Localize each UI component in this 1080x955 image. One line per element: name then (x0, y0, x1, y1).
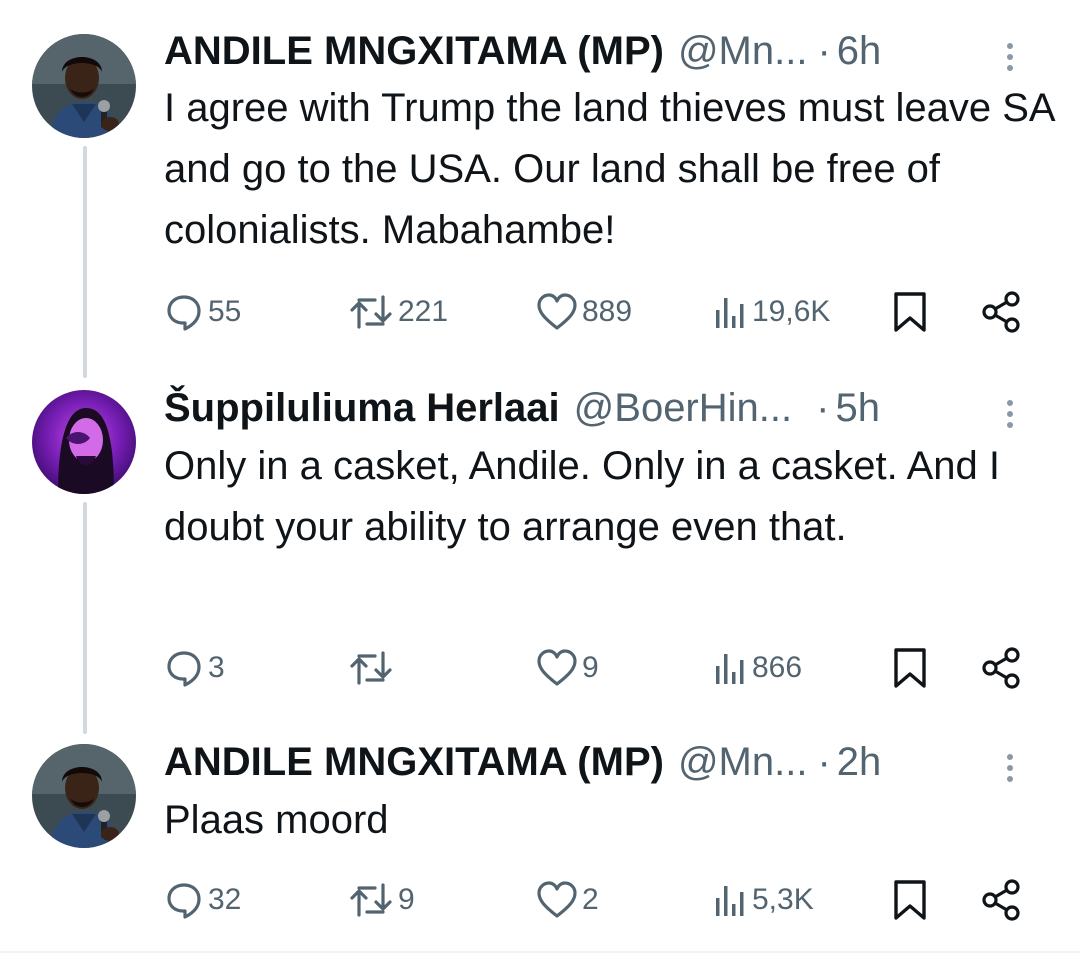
views-button[interactable]: 5,3K (712, 876, 814, 924)
reply-button[interactable]: 32 (164, 876, 241, 924)
heart-icon (537, 881, 577, 918)
timestamp[interactable]: 2h (837, 740, 882, 785)
view-count: 19,6K (752, 295, 831, 328)
views-button[interactable]: 19,6K (712, 288, 830, 336)
author-handle[interactable]: @Mn... (678, 740, 808, 785)
repost-button[interactable]: 221 (348, 288, 448, 336)
reply-button[interactable]: 3 (164, 644, 225, 692)
tweet-text: Only in a casket, Andile. Only in a cask… (164, 444, 1000, 549)
bookmark-icon (894, 880, 926, 920)
like-button[interactable]: 889 (536, 288, 632, 336)
repost-button[interactable] (348, 644, 398, 692)
share-button[interactable] (980, 644, 1024, 692)
like-button[interactable]: 9 (536, 644, 599, 692)
tweet-actions: 32 9 2 5,3K (164, 876, 1080, 924)
separator-dot: · (817, 739, 831, 784)
repost-count: 221 (398, 295, 449, 328)
tweet[interactable]: Šuppiluliuma Herlaai @BoerHin... · 5h On… (0, 370, 1080, 730)
tweet-header: ANDILE MNGXITAMA (MP) @Mn... · 2h (164, 736, 1060, 788)
reply-count: 32 (208, 883, 242, 916)
repost-icon (350, 295, 392, 329)
author-handle[interactable]: @Mn... (678, 29, 808, 74)
bookmark-button[interactable] (892, 288, 928, 336)
repost-icon (350, 651, 392, 685)
share-button[interactable] (980, 876, 1024, 924)
divider (0, 951, 1080, 953)
bookmark-button[interactable] (892, 644, 928, 692)
reply-button[interactable]: 55 (164, 288, 241, 336)
like-count: 9 (582, 651, 599, 684)
avatar[interactable] (32, 744, 136, 848)
purple-portrait-avatar-icon (32, 390, 136, 494)
person-with-microphone-avatar-icon (32, 34, 136, 138)
tweet-text: I agree with Trump the land thieves must… (164, 86, 1054, 252)
tweet[interactable]: ANDILE MNGXITAMA (MP) @Mn... · 2h Plaas … (0, 730, 1080, 951)
more-options-icon[interactable] (1006, 748, 1014, 782)
author-name[interactable]: Šuppiluliuma Herlaai (164, 386, 560, 431)
repost-button[interactable]: 9 (348, 876, 415, 924)
views-chart-icon (716, 298, 744, 328)
avatar[interactable] (32, 390, 136, 494)
reply-icon (167, 883, 201, 919)
tweet-actions: 55 221 889 19,6K (164, 288, 1080, 336)
share-icon (982, 879, 1020, 921)
share-button[interactable] (980, 288, 1024, 336)
more-options-icon[interactable] (1006, 394, 1014, 428)
tweet-text: Plaas moord (164, 798, 389, 842)
bookmark-icon (894, 648, 926, 688)
author-name[interactable]: ANDILE MNGXITAMA (MP) (164, 740, 664, 785)
author-handle[interactable]: @BoerHin... (574, 386, 792, 431)
tweet-actions: 3 9 866 (164, 644, 1080, 692)
reply-icon (167, 651, 201, 687)
share-icon (982, 291, 1020, 333)
view-count: 5,3K (752, 883, 814, 916)
reply-count: 55 (208, 295, 242, 328)
tweet-header: ANDILE MNGXITAMA (MP) @Mn... · 6h (164, 25, 1060, 77)
tweet-header: Šuppiluliuma Herlaai @BoerHin... · 5h (164, 382, 1060, 434)
timestamp[interactable]: 6h (837, 29, 882, 74)
separator-dot: · (816, 385, 830, 430)
share-icon (982, 647, 1020, 689)
timestamp[interactable]: 5h (835, 386, 880, 431)
separator-dot: · (817, 28, 831, 73)
like-button[interactable]: 2 (536, 876, 599, 924)
reply-icon (167, 295, 201, 331)
avatar[interactable] (32, 34, 136, 138)
like-count: 889 (582, 295, 633, 328)
views-chart-icon (716, 654, 744, 684)
views-chart-icon (716, 886, 744, 916)
like-count: 2 (582, 883, 599, 916)
tweet[interactable]: ANDILE MNGXITAMA (MP) @Mn... · 6h I agre… (0, 0, 1080, 370)
heart-icon (537, 293, 577, 330)
person-with-microphone-avatar-icon (32, 744, 136, 848)
repost-count: 9 (398, 883, 415, 916)
heart-icon (537, 649, 577, 686)
reply-count: 3 (208, 651, 225, 684)
repost-icon (350, 883, 392, 917)
bookmark-icon (894, 292, 926, 332)
bookmark-button[interactable] (892, 876, 928, 924)
author-name[interactable]: ANDILE MNGXITAMA (MP) (164, 29, 664, 74)
view-count: 866 (752, 651, 803, 684)
views-button[interactable]: 866 (712, 644, 802, 692)
more-options-icon[interactable] (1006, 37, 1014, 71)
